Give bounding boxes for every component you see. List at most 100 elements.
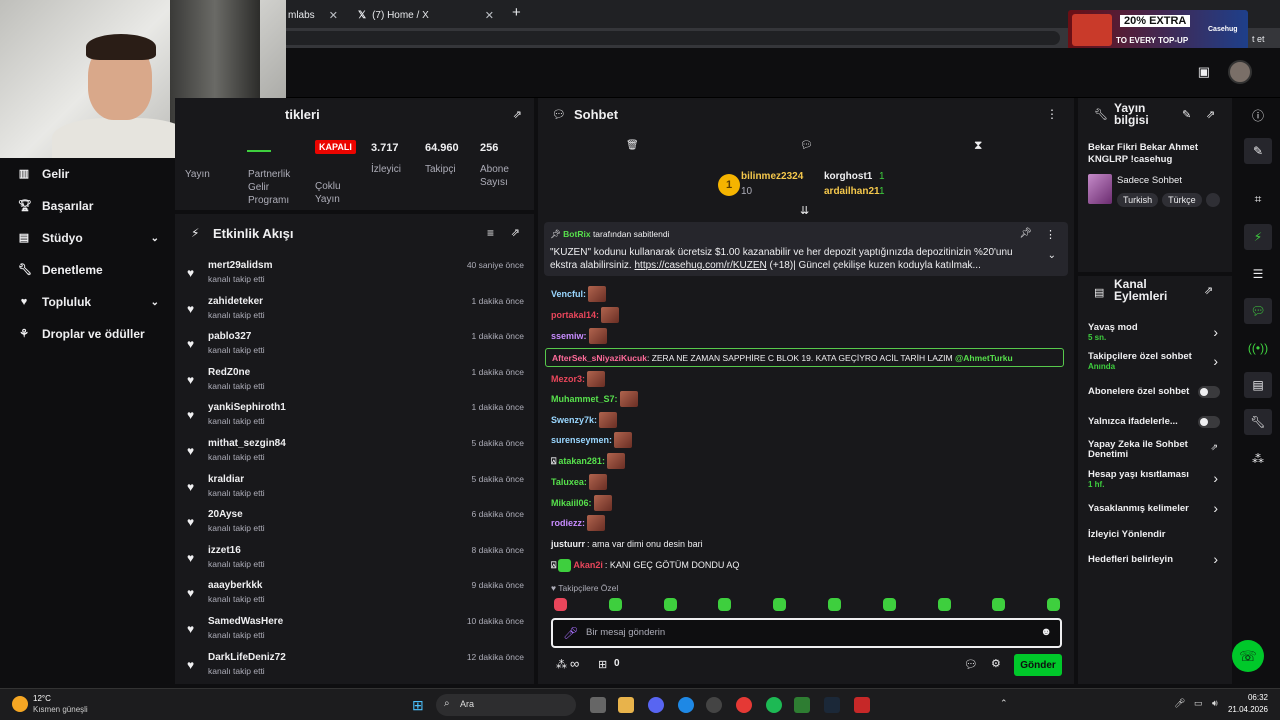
clock-date[interactable]: 21.04.2026: [1224, 705, 1268, 714]
emote-image[interactable]: [593, 495, 612, 511]
chevron-right-icon[interactable]: ›: [1213, 500, 1218, 516]
chat-mention[interactable]: @AhmetTurku: [955, 353, 1013, 363]
sidebar-item-studyo[interactable]: ▤ Stüdyo ⌄: [0, 222, 175, 254]
chat-username[interactable]: Taluxea:: [551, 477, 587, 487]
chat-bubble-icon[interactable]: 💬︎: [1244, 298, 1272, 324]
emote-image[interactable]: [588, 474, 607, 490]
emote-image[interactable]: [587, 515, 606, 531]
file-explorer-icon[interactable]: [618, 697, 634, 713]
kick-studio-icon[interactable]: [794, 697, 810, 713]
chat-username[interactable]: portakal14:: [551, 310, 599, 320]
spotify-icon[interactable]: [766, 697, 782, 713]
external-link-icon[interactable]: ⇗: [1210, 442, 1218, 453]
lightning-icon[interactable]: ⚡︎: [1244, 224, 1272, 250]
popout-icon[interactable]: ⇗: [1204, 284, 1213, 297]
monitor-icon[interactable]: ▭: [1194, 698, 1203, 709]
chat-username[interactable]: Mikaiil06:: [551, 498, 592, 508]
category-thumbnail[interactable]: [1088, 174, 1112, 204]
community-icon[interactable]: ⁂: [556, 658, 567, 671]
chat-username[interactable]: justuurr: [551, 539, 585, 549]
action-account-age[interactable]: Hesap yaşı kısıtlaması 1 hf.: [1088, 469, 1189, 489]
chat-username[interactable]: rodiezz:: [551, 518, 585, 528]
speaker-icon[interactable]: 🔊︎: [1212, 698, 1218, 709]
emote-icon[interactable]: [937, 598, 951, 611]
follower-name[interactable]: mert29alidsm: [208, 260, 272, 271]
browser-tab[interactable]: mlabs ✕: [280, 4, 346, 26]
emote-image[interactable]: [599, 412, 618, 428]
emote-image[interactable]: [588, 328, 607, 344]
popout-icon[interactable]: ⇗: [511, 226, 520, 239]
sidebar-item-denetleme[interactable]: 🔧︎ Denetleme: [0, 254, 175, 286]
chevron-right-icon[interactable]: ›: [1213, 551, 1218, 567]
emoji-icon[interactable]: ☻: [1040, 626, 1052, 638]
emote-image[interactable]: [606, 453, 625, 469]
emote-icon[interactable]: [1047, 598, 1061, 611]
sidebar-item-gelir[interactable]: ▥ Gelir: [0, 158, 175, 190]
chat-username[interactable]: Vencful:: [551, 289, 586, 299]
action-raid[interactable]: İzleyici Yönlendir: [1088, 529, 1165, 540]
gear-icon[interactable]: ⚙: [991, 657, 1001, 670]
media-icon[interactable]: ▣: [1198, 64, 1210, 80]
chat-username[interactable]: Mezor3:: [551, 374, 585, 384]
discord-icon[interactable]: [648, 697, 664, 713]
follower-name[interactable]: izzet16: [208, 545, 241, 556]
follower-name[interactable]: pablo327: [208, 331, 251, 342]
action-ai-moderation[interactable]: Yapay Zeka ile Sohbet Denetimi: [1088, 440, 1208, 460]
chevron-right-icon[interactable]: ›: [1213, 324, 1218, 340]
sidebar-item-basarilar[interactable]: 🏆︎ Başarılar: [0, 190, 175, 222]
follower-name[interactable]: aaayberkkk: [208, 580, 263, 591]
app-icon[interactable]: [854, 697, 870, 713]
follower-name[interactable]: yankiSephiroth1: [208, 402, 286, 413]
filter-icon[interactable]: ≡: [487, 226, 494, 240]
support-icon[interactable]: ☏: [1232, 640, 1264, 672]
chat-settings-bubble-icon[interactable]: 💬︎: [964, 658, 978, 671]
popout-icon[interactable]: ⇗: [1206, 108, 1215, 121]
casehug-ad-banner[interactable]: 20% EXTRA TO EVERY TOP-UP Casehug: [1068, 10, 1248, 50]
new-tab-button[interactable]: +: [512, 4, 521, 21]
github-icon[interactable]: [706, 697, 722, 713]
tag-chip[interactable]: [1205, 193, 1221, 207]
action-followers-only[interactable]: Takipçilere özel sohbet Anında: [1088, 351, 1192, 371]
chat-username[interactable]: surenseymen:: [551, 435, 612, 445]
chat-input[interactable]: 🎤︎ Bir mesaj gönderin ☻: [551, 618, 1062, 648]
close-icon[interactable]: ✕: [329, 9, 338, 22]
microphone-icon[interactable]: 🎤︎: [1174, 698, 1185, 709]
emote-image[interactable]: [587, 371, 606, 387]
microphone-icon[interactable]: 🎤︎: [563, 626, 578, 640]
taskbar-search[interactable]: ⌕ Ara: [436, 694, 576, 716]
action-banned-words[interactable]: Yasaklanmış kelimeler: [1088, 503, 1189, 514]
steam-icon[interactable]: [824, 697, 840, 713]
tag-chip[interactable]: Türkçe: [1162, 193, 1202, 207]
edit-icon[interactable]: ✎: [1182, 108, 1191, 121]
sidebar-item-droplar[interactable]: ⚘ Droplar ve ödüller: [0, 318, 175, 350]
actions-icon[interactable]: ▤: [1244, 372, 1272, 398]
emote-icon[interactable]: [608, 598, 622, 611]
toggle-emotes-only[interactable]: [1198, 416, 1220, 428]
chat-username[interactable]: Swenzy7k:: [551, 415, 597, 425]
edge-icon[interactable]: [678, 697, 694, 713]
emote-icon[interactable]: [773, 598, 787, 611]
emote-icon[interactable]: [992, 598, 1006, 611]
chevron-right-icon[interactable]: ›: [1213, 353, 1218, 369]
url-field[interactable]: [280, 31, 1060, 45]
emote-icon[interactable]: [718, 598, 732, 611]
emote-image[interactable]: [601, 307, 620, 323]
task-view-icon[interactable]: [590, 697, 606, 713]
tray-expand-icon[interactable]: ⌃: [1000, 698, 1008, 709]
emote-image[interactable]: [588, 286, 607, 302]
chat-username[interactable]: Akan2i: [573, 560, 603, 570]
info-icon[interactable]: ⓘ: [1244, 102, 1272, 128]
wrench-icon[interactable]: 🔧︎: [1244, 409, 1272, 435]
emote-icon[interactable]: [828, 598, 841, 611]
sidebar-item-topluluk[interactable]: ♥ Topluluk ⌄: [0, 286, 175, 318]
follower-name[interactable]: mithat_sezgin84: [208, 438, 286, 449]
emote-icon[interactable]: [882, 598, 896, 611]
popout-icon[interactable]: ⇗: [513, 108, 522, 121]
broadcast-icon[interactable]: ((•)): [1244, 335, 1272, 361]
capture-icon[interactable]: ⌗: [1244, 186, 1272, 212]
chrome-icon[interactable]: [736, 697, 752, 713]
emote-icon[interactable]: [663, 598, 677, 611]
toggle-subscribers-only[interactable]: [1198, 386, 1220, 398]
follower-name[interactable]: kraldiar: [208, 474, 244, 485]
follower-name[interactable]: DarkLifeDeniz72: [208, 652, 286, 663]
